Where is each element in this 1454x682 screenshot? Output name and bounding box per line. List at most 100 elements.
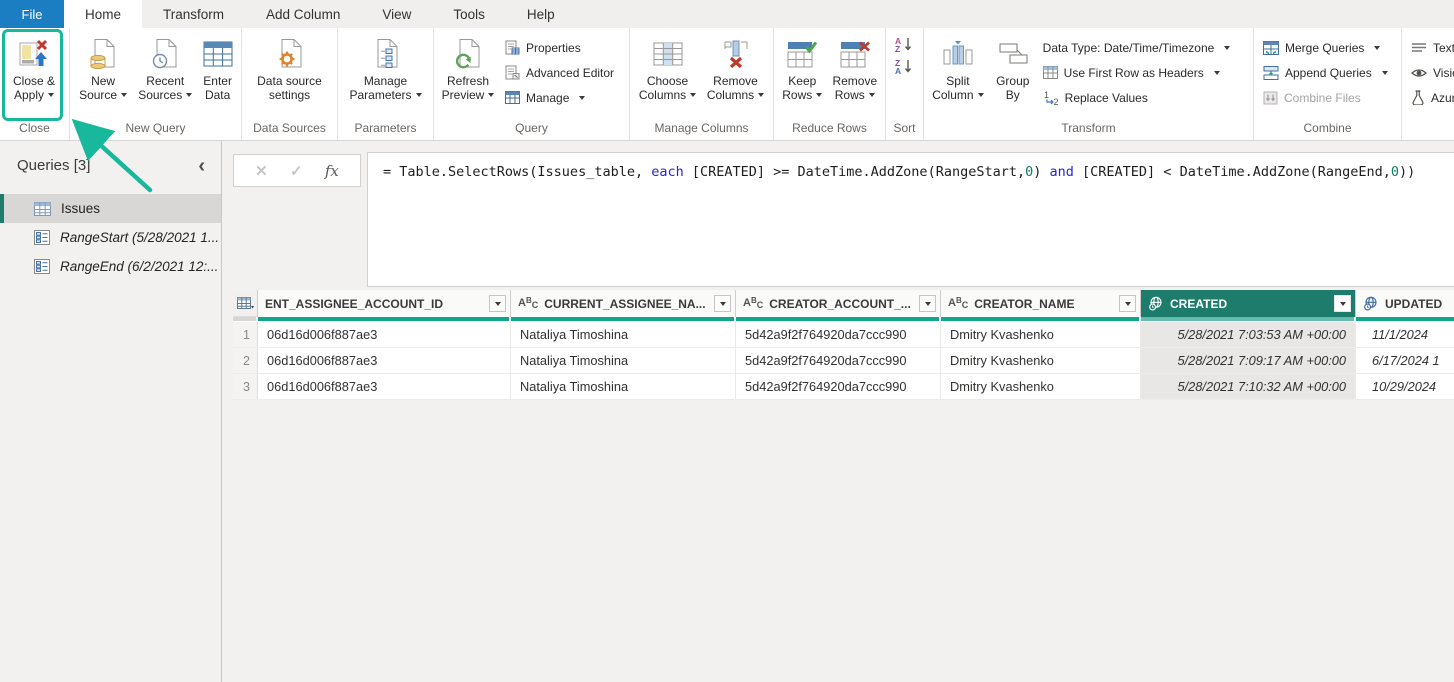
merge-queries-button[interactable]: Merge Queries <box>1257 35 1398 60</box>
sort-descending-button[interactable]: Z A <box>895 58 915 74</box>
grid-cell[interactable]: 5/28/2021 7:03:53 AM +00:00 <box>1141 322 1356 347</box>
filter-button[interactable] <box>714 295 731 312</box>
table-corner-icon <box>237 297 254 310</box>
grid-cell[interactable]: Nataliya Timoshina <box>511 348 736 373</box>
data-preview-grid: ENT_ASSIGNEE_ACCOUNT_IDABCCURRENT_ASSIGN… <box>233 290 1454 405</box>
append-queries-button[interactable]: Append Queries <box>1257 60 1398 85</box>
grid-cell[interactable]: 11/1/2024 <box>1356 322 1454 347</box>
grid-cell[interactable]: 06d16d006f887ae3 <box>258 348 511 373</box>
dropdown-caret-icon <box>978 93 984 97</box>
query-item-rangestart[interactable]: RangeStart (5/28/2021 1... <box>0 223 221 252</box>
group-by-button[interactable]: Group By <box>989 30 1037 119</box>
grid-cell[interactable]: 06d16d006f887ae3 <box>258 322 511 347</box>
tab-transform[interactable]: Transform <box>142 0 245 28</box>
commit-formula-icon[interactable]: ✓ <box>290 162 303 180</box>
table-query-icon <box>34 202 51 216</box>
filter-button[interactable] <box>919 295 936 312</box>
select-all-corner-button[interactable] <box>233 290 258 317</box>
advanced-editor-button[interactable]: Advanced Editor <box>499 60 625 85</box>
fx-icon[interactable]: fx <box>325 162 339 180</box>
formula-segment: )) <box>1399 164 1415 180</box>
row-number[interactable]: 3 <box>233 374 258 399</box>
grid-cell[interactable]: 5/28/2021 7:10:32 AM +00:00 <box>1141 374 1356 399</box>
recent-sources-button[interactable]: Recent Sources <box>133 30 197 119</box>
remove-rows-label-2: Rows <box>835 88 865 102</box>
remove-rows-button[interactable]: Remove Rows <box>828 30 882 119</box>
data-source-settings-button[interactable]: Data source settings <box>246 30 334 119</box>
dropdown-caret-icon <box>488 93 494 97</box>
quality-bar-segment <box>258 317 511 321</box>
row-number[interactable]: 1 <box>233 322 258 347</box>
column-header-creator-account[interactable]: ABCCREATOR_ACCOUNT_... <box>736 290 941 317</box>
group-label-reduce-rows: Reduce Rows <box>774 119 885 140</box>
ribbon-group-parameters: Manage Parameters Parameters <box>338 28 434 140</box>
refresh-preview-button[interactable]: Refresh Preview <box>437 30 499 119</box>
query-item-issues[interactable]: Issues <box>0 194 221 223</box>
choose-columns-button[interactable]: Choose Columns <box>634 30 702 119</box>
grid-cell[interactable]: 5/28/2021 7:09:17 AM +00:00 <box>1141 348 1356 373</box>
formula-input[interactable]: = Table.SelectRows(Issues_table, each [C… <box>367 152 1454 287</box>
tab-view[interactable]: View <box>361 0 432 28</box>
group-label-query: Query <box>434 119 629 140</box>
group-label-data-sources: Data Sources <box>242 119 337 140</box>
split-column-button[interactable]: Split Column <box>927 30 989 119</box>
data-source-settings-icon <box>276 36 304 72</box>
grid-cell[interactable]: 5d42a9f2f764920da7ccc990 <box>736 348 941 373</box>
data-type-button[interactable]: Data Type: Date/Time/Timezone <box>1037 35 1250 60</box>
group-label-new-query: New Query <box>70 119 241 140</box>
use-first-row-as-headers-button[interactable]: Use First Row as Headers <box>1037 60 1250 85</box>
properties-button[interactable]: Properties <box>499 35 625 60</box>
tab-tools[interactable]: Tools <box>432 0 506 28</box>
column-header-ent-assignee-account-id[interactable]: ENT_ASSIGNEE_ACCOUNT_ID <box>258 290 511 317</box>
grid-cell[interactable]: 5d42a9f2f764920da7ccc990 <box>736 322 941 347</box>
remove-columns-button[interactable]: Remove Columns <box>702 30 770 119</box>
grid-cell[interactable]: 6/17/2024 1 <box>1356 348 1454 373</box>
query-item-rangeend[interactable]: RangeEnd (6/2/2021 12:... <box>0 252 221 281</box>
text-analytics-button[interactable]: Text A <box>1405 35 1454 60</box>
tab-help[interactable]: Help <box>506 0 576 28</box>
manage-parameters-button[interactable]: Manage Parameters <box>342 30 430 119</box>
grid-cell[interactable]: Dmitry Kvashenko <box>941 348 1141 373</box>
azure-ml-button[interactable]: Azure <box>1405 85 1454 110</box>
combine-files-button[interactable]: Combine Files <box>1257 85 1398 110</box>
cancel-formula-icon[interactable]: ✕ <box>255 162 268 180</box>
row-number[interactable]: 2 <box>233 348 258 373</box>
grid-cell[interactable]: Dmitry Kvashenko <box>941 374 1141 399</box>
column-header-creator-name[interactable]: ABCCREATOR_NAME <box>941 290 1141 317</box>
grid-cell[interactable]: Nataliya Timoshina <box>511 374 736 399</box>
ribbon-group-reduce-rows: Keep Rows Remove Rows Reduce Rows <box>774 28 886 140</box>
sort-ascending-button[interactable]: A Z <box>895 36 915 52</box>
column-header-updated[interactable]: UPDATED <box>1356 290 1454 317</box>
tab-home[interactable]: Home <box>64 0 142 28</box>
grid-cell[interactable]: 5d42a9f2f764920da7ccc990 <box>736 374 941 399</box>
text-type-icon: ABC <box>743 298 763 310</box>
vision-button[interactable]: Vision <box>1405 60 1454 85</box>
collapse-panel-chevron-icon[interactable]: ‹ <box>198 159 205 173</box>
properties-icon <box>505 40 520 55</box>
grid-cell[interactable]: Nataliya Timoshina <box>511 322 736 347</box>
file-menu-button[interactable]: File <box>0 0 64 28</box>
enter-data-button[interactable]: Enter Data <box>197 30 238 119</box>
parameter-query-icon <box>34 230 50 245</box>
filter-button[interactable] <box>489 295 506 312</box>
new-source-button[interactable]: New Source <box>73 30 133 119</box>
close-and-apply-button[interactable]: Close & Apply <box>3 30 65 119</box>
grid-cell[interactable]: Dmitry Kvashenko <box>941 322 1141 347</box>
filter-button[interactable] <box>1119 295 1136 312</box>
dropdown-caret-icon <box>816 93 822 97</box>
recent-sources-icon <box>151 36 179 72</box>
table-row: 306d16d006f887ae3Nataliya Timoshina5d42a… <box>233 374 1454 400</box>
replace-values-button[interactable]: 1 2 Replace Values <box>1037 85 1250 110</box>
manage-query-button[interactable]: Manage <box>499 85 625 110</box>
column-header-current-assignee-na[interactable]: ABCCURRENT_ASSIGNEE_NA... <box>511 290 736 317</box>
grid-cell[interactable]: 06d16d006f887ae3 <box>258 374 511 399</box>
ribbon-group-close: Close & Apply Close <box>0 28 70 140</box>
manage-parameters-label-1: Manage <box>364 75 407 89</box>
column-header-created[interactable]: CREATED <box>1141 290 1356 317</box>
query-item-label: Issues <box>61 201 100 216</box>
filter-button[interactable] <box>1334 295 1351 312</box>
tab-add-column[interactable]: Add Column <box>245 0 361 28</box>
keep-rows-button[interactable]: Keep Rows <box>777 30 828 119</box>
grid-cell[interactable]: 10/29/2024 <box>1356 374 1454 399</box>
keep-rows-icon <box>787 36 817 72</box>
